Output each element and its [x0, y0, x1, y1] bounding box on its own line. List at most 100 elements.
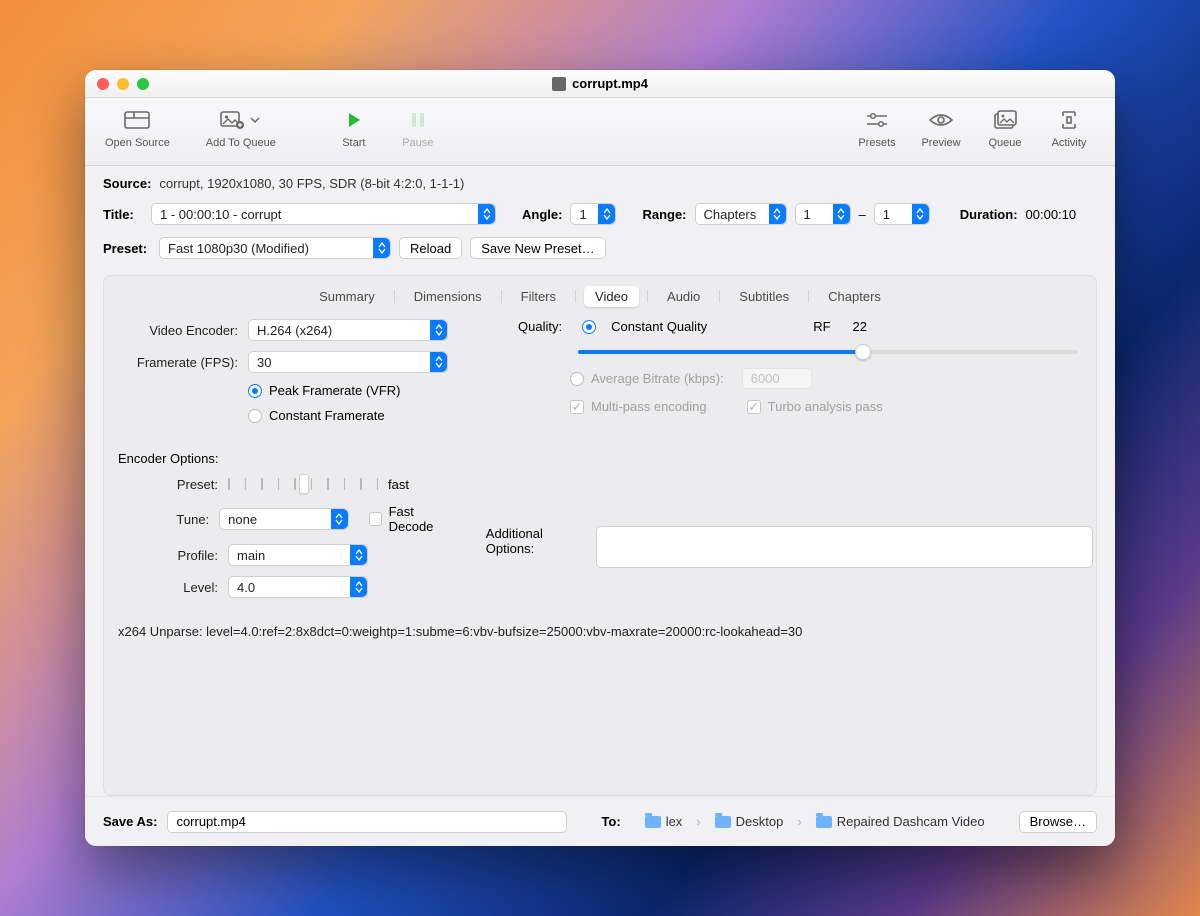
range-to-select[interactable]: 1 — [874, 203, 930, 225]
close-button[interactable] — [97, 78, 109, 90]
start-button[interactable]: Start — [322, 106, 386, 151]
window-title-text: corrupt.mp4 — [572, 76, 648, 91]
presets-button[interactable]: Presets — [845, 106, 909, 151]
preset-select[interactable]: Fast 1080p30 (Modified) — [159, 237, 391, 259]
turbo-checkbox[interactable]: ✓ — [747, 400, 761, 414]
chevron-updown-icon — [331, 509, 348, 529]
tabs-panel: Summary Dimensions Filters Video Audio S… — [103, 275, 1097, 796]
tune-select[interactable]: none — [219, 508, 348, 530]
constant-quality-label: Constant Quality — [611, 319, 707, 334]
activity-icon — [1055, 108, 1083, 132]
activity-button[interactable]: Activity — [1037, 106, 1101, 151]
pause-button[interactable]: Pause — [386, 106, 450, 151]
average-bitrate-input[interactable]: 6000 — [742, 368, 812, 389]
open-source-icon — [123, 108, 151, 132]
chevron-updown-icon — [912, 204, 929, 224]
fast-decode-label: Fast Decode — [389, 504, 456, 534]
chevron-updown-icon — [373, 238, 390, 258]
chevron-updown-icon — [430, 352, 447, 372]
pause-icon — [404, 108, 432, 132]
footer: Save As: corrupt.mp4 To: lex › Desktop ›… — [85, 796, 1115, 846]
tab-filters[interactable]: Filters — [510, 286, 567, 307]
tab-subtitles[interactable]: Subtitles — [728, 286, 800, 307]
title-label: Title: — [103, 207, 143, 222]
main-body: Source: corrupt, 1920x1080, 30 FPS, SDR … — [85, 166, 1115, 796]
folder-icon — [645, 816, 661, 828]
preview-button[interactable]: Preview — [909, 106, 973, 151]
to-label: To: — [601, 814, 620, 829]
encoder-options-label: Encoder Options: — [118, 451, 1082, 466]
chevron-updown-icon — [430, 320, 447, 340]
tab-summary[interactable]: Summary — [308, 286, 386, 307]
maximize-button[interactable] — [137, 78, 149, 90]
encoder-preset-slider[interactable] — [228, 474, 378, 494]
multipass-label: Multi-pass encoding — [591, 399, 707, 414]
encoder-preset-label: Preset: — [118, 477, 228, 492]
folder-icon — [715, 816, 731, 828]
video-encoder-select[interactable]: H.264 (x264) — [248, 319, 448, 341]
add-to-queue-button[interactable]: Add To Queue — [196, 106, 286, 151]
title-select[interactable]: 1 - 00:00:10 - corrupt — [151, 203, 496, 225]
save-new-preset-button[interactable]: Save New Preset… — [470, 237, 605, 259]
minimize-button[interactable] — [117, 78, 129, 90]
range-dash: – — [859, 207, 866, 222]
chevron-updown-icon — [833, 204, 850, 224]
tabs: Summary Dimensions Filters Video Audio S… — [118, 286, 1082, 307]
level-label: Level: — [118, 580, 228, 595]
chevron-updown-icon — [350, 577, 367, 597]
multipass-checkbox[interactable]: ✓ — [570, 400, 584, 414]
add-to-queue-icon — [219, 108, 247, 132]
constant-quality-radio[interactable] — [582, 320, 596, 334]
quality-slider[interactable] — [578, 350, 1078, 354]
source-value: corrupt, 1920x1080, 30 FPS, SDR (8-bit 4… — [159, 176, 464, 191]
open-source-button[interactable]: Open Source — [99, 106, 176, 151]
peak-vfr-label: Peak Framerate (VFR) — [269, 383, 400, 398]
path-crumb-1[interactable]: Desktop — [715, 814, 784, 829]
range-mode-select[interactable]: Chapters — [695, 203, 787, 225]
framerate-select[interactable]: 30 — [248, 351, 448, 373]
browse-button[interactable]: Browse… — [1019, 811, 1097, 833]
rf-value: 22 — [853, 319, 867, 334]
source-label: Source: — [103, 176, 151, 191]
tab-video[interactable]: Video — [584, 286, 639, 307]
level-select[interactable]: 4.0 — [228, 576, 368, 598]
range-label: Range: — [642, 207, 686, 222]
constant-framerate-label: Constant Framerate — [269, 408, 385, 423]
tune-label: Tune: — [118, 512, 219, 527]
saveas-input[interactable]: corrupt.mp4 — [167, 811, 567, 833]
encoder-preset-value: fast — [388, 477, 409, 492]
chevron-updown-icon — [350, 545, 367, 565]
tab-dimensions[interactable]: Dimensions — [403, 286, 493, 307]
play-icon — [340, 108, 368, 132]
preset-label: Preset: — [103, 241, 151, 256]
toolbar: Open Source Add To Queue — [85, 98, 1115, 166]
average-bitrate-radio[interactable] — [570, 372, 584, 386]
additional-options-input[interactable] — [596, 526, 1093, 568]
tab-chapters[interactable]: Chapters — [817, 286, 892, 307]
range-from-select[interactable]: 1 — [795, 203, 851, 225]
traffic-lights — [97, 78, 149, 90]
slider-thumb[interactable] — [855, 344, 871, 360]
window-title: corrupt.mp4 — [552, 76, 648, 91]
chevron-right-icon: › — [692, 814, 704, 829]
peak-vfr-radio[interactable] — [248, 384, 262, 398]
slider-thumb[interactable] — [299, 474, 309, 494]
angle-label: Angle: — [522, 207, 562, 222]
queue-button[interactable]: Queue — [973, 106, 1037, 151]
profile-select[interactable]: main — [228, 544, 368, 566]
app-window: corrupt.mp4 Open Source — [85, 70, 1115, 846]
angle-select[interactable]: 1 — [570, 203, 616, 225]
add-to-queue-dropdown[interactable] — [247, 108, 263, 132]
folder-icon — [816, 816, 832, 828]
rf-label: RF — [813, 319, 830, 334]
saveas-label: Save As: — [103, 814, 157, 829]
fast-decode-checkbox[interactable]: ✓ — [369, 512, 382, 526]
constant-framerate-radio[interactable] — [248, 409, 262, 423]
tab-audio[interactable]: Audio — [656, 286, 711, 307]
path-crumb-2[interactable]: Repaired Dashcam Video — [816, 814, 985, 829]
turbo-label: Turbo analysis pass — [768, 399, 883, 414]
chevron-updown-icon — [598, 204, 615, 224]
chevron-right-icon: › — [793, 814, 805, 829]
path-crumb-0[interactable]: lex — [645, 814, 683, 829]
reload-button[interactable]: Reload — [399, 237, 462, 259]
